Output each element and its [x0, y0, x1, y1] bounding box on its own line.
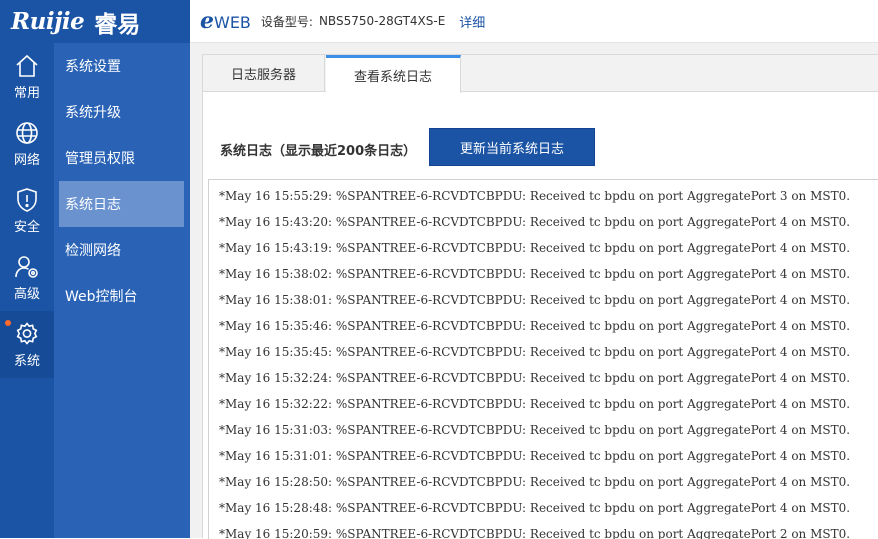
- submenu-system-log[interactable]: 系统日志: [59, 181, 184, 227]
- gear-icon: [16, 321, 38, 345]
- nav-item-system[interactable]: 系统: [0, 311, 54, 378]
- user-gear-icon: [15, 255, 38, 278]
- main-content: 日志服务器 查看系统日志 系统日志（显示最近200条日志） 更新当前系统日志 *…: [190, 43, 878, 539]
- nav-item-network[interactable]: 网络: [0, 110, 54, 177]
- nav-label: 系统: [13, 353, 40, 369]
- device-model-value: NBS5750-28GT4XS-E: [318, 14, 446, 28]
- top-header: eWEB 设备型号: NBS5750-28GT4XS-E 详细: [190, 0, 878, 43]
- log-line: *May 16 15:35:46: %SPANTREE-6-RCVDTCBPDU…: [219, 319, 851, 333]
- globe-icon: [16, 121, 38, 144]
- nav-label: 高级: [13, 286, 40, 302]
- log-line: *May 16 15:31:03: %SPANTREE-6-RCVDTCBPDU…: [219, 423, 851, 437]
- shield-icon: [17, 187, 37, 212]
- nav-label: 网络: [13, 152, 40, 168]
- submenu-network-check[interactable]: 检测网络: [59, 227, 184, 273]
- log-line: *May 16 15:28:48: %SPANTREE-6-RCVDTCBPDU…: [219, 501, 851, 515]
- system-submenu: 系统设置 系统升级 管理员权限 系统日志 检测网络 Web控制台: [54, 43, 190, 538]
- log-line: *May 16 15:32:24: %SPANTREE-6-RCVDTCBPDU…: [219, 371, 851, 385]
- home-icon: [16, 54, 38, 77]
- refresh-log-button[interactable]: 更新当前系统日志: [429, 128, 595, 166]
- tab-bar: 日志服务器 查看系统日志: [203, 55, 878, 93]
- nav-item-security[interactable]: 安全: [0, 177, 54, 244]
- log-line: *May 16 15:32:22: %SPANTREE-6-RCVDTCBPDU…: [219, 397, 851, 411]
- submenu-system-settings[interactable]: 系统设置: [59, 43, 184, 89]
- ruijie-logo: Ruijie: [11, 8, 85, 35]
- nav-label: 常用: [13, 85, 40, 101]
- system-log-textarea[interactable]: *May 16 15:55:29: %SPANTREE-6-RCVDTCBPDU…: [208, 179, 878, 539]
- log-line: *May 16 15:43:19: %SPANTREE-6-RCVDTCBPDU…: [219, 241, 851, 255]
- content-panel: 日志服务器 查看系统日志 系统日志（显示最近200条日志） 更新当前系统日志 *…: [202, 54, 878, 539]
- tab-view-system-log[interactable]: 查看系统日志: [326, 55, 461, 93]
- nav-item-common[interactable]: 常用: [0, 43, 54, 110]
- brand-logo-area: Ruijie 睿易: [0, 0, 190, 43]
- log-line: *May 16 15:43:20: %SPANTREE-6-RCVDTCBPDU…: [219, 215, 851, 229]
- nav-label: 安全: [13, 219, 40, 235]
- eweb-logo: eWEB: [200, 8, 251, 34]
- system-log-heading: 系统日志（显示最近200条日志）: [220, 144, 417, 159]
- submenu-system-upgrade[interactable]: 系统升级: [59, 89, 184, 135]
- notification-dot: [5, 320, 11, 326]
- log-line: *May 16 15:38:02: %SPANTREE-6-RCVDTCBPDU…: [219, 267, 851, 281]
- main-nav-rail: 常用 网络 安全 高级 系统: [0, 43, 54, 538]
- log-line: *May 16 15:38:01: %SPANTREE-6-RCVDTCBPDU…: [219, 293, 851, 307]
- detail-link[interactable]: 详细: [459, 12, 485, 31]
- log-line: *May 16 15:31:01: %SPANTREE-6-RCVDTCBPDU…: [219, 449, 851, 463]
- log-line: *May 16 15:35:45: %SPANTREE-6-RCVDTCBPDU…: [219, 345, 851, 359]
- product-name: 睿易: [94, 11, 141, 38]
- device-model-label: 设备型号:: [260, 14, 313, 29]
- tab-log-server[interactable]: 日志服务器: [203, 55, 325, 92]
- submenu-admin-permissions[interactable]: 管理员权限: [59, 135, 184, 181]
- log-line: *May 16 15:28:50: %SPANTREE-6-RCVDTCBPDU…: [219, 475, 851, 489]
- log-line: *May 16 15:20:59: %SPANTREE-6-RCVDTCBPDU…: [219, 527, 851, 539]
- submenu-web-console[interactable]: Web控制台: [59, 273, 184, 319]
- nav-item-advanced[interactable]: 高级: [0, 244, 54, 311]
- log-line: *May 16 15:55:29: %SPANTREE-6-RCVDTCBPDU…: [219, 189, 851, 203]
